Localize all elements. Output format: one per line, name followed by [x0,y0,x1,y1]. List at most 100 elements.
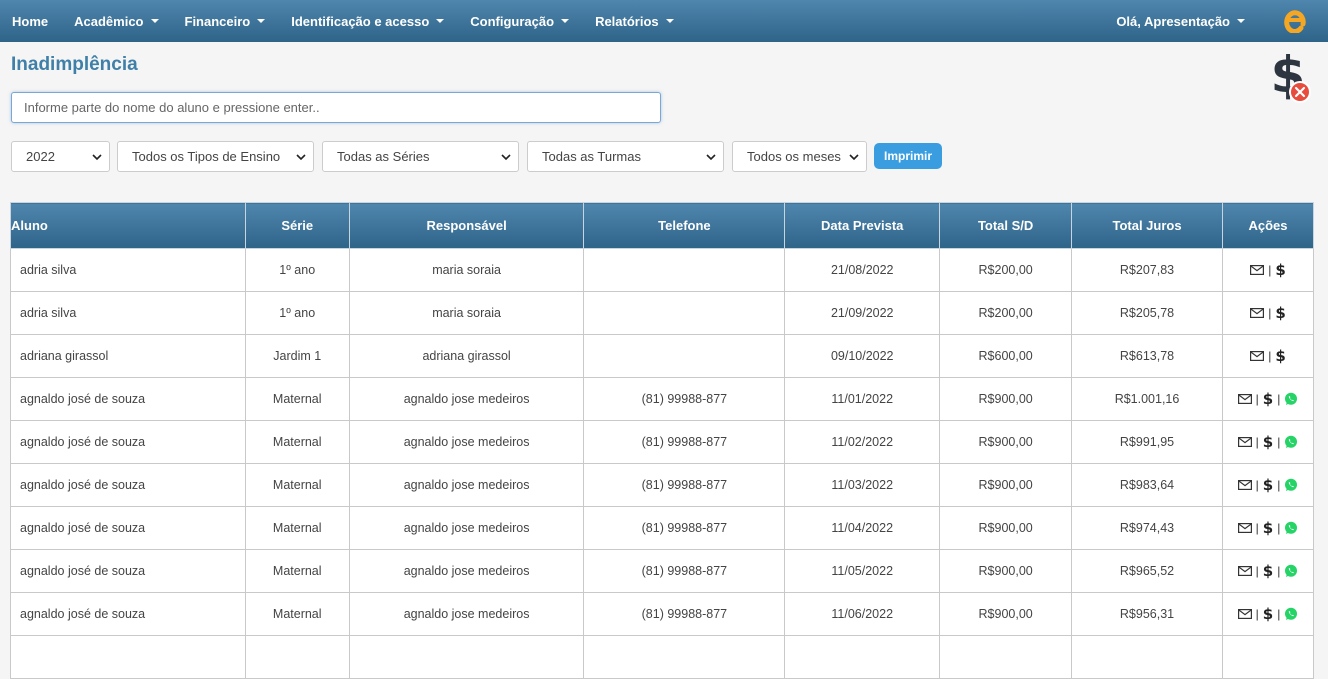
nav-configuracao[interactable]: Configuração [457,0,582,42]
cell-data-prevista: 21/08/2022 [784,248,941,292]
dollar-icon[interactable]: $ [1263,390,1273,408]
turma-select[interactable]: Todas as Turmas [527,141,724,172]
col-telefone[interactable]: Telefone [583,202,786,249]
cell-total-juros: R$965,52 [1071,549,1223,593]
cell-telefone [583,334,786,378]
tipo-ensino-select[interactable]: Todos os Tipos de Ensino [117,141,314,172]
nav-home[interactable]: Home [0,0,61,42]
col-serie[interactable]: Série [244,202,350,249]
cell-aluno: agnaldo josé de souza [10,377,246,421]
print-button[interactable]: Imprimir [874,143,942,169]
cell-telefone [583,291,786,335]
nav-financeiro-label: Financeiro [184,13,251,29]
whatsapp-icon[interactable] [1284,478,1298,492]
cell-acoes: | $ | [1221,506,1315,550]
cell-total-juros: R$991,95 [1071,420,1223,464]
action-separator: | [1277,521,1281,535]
col-data-prevista[interactable]: Data Prevista [784,202,941,249]
mail-icon[interactable] [1237,394,1252,404]
nav-identificacao-label: Identificação e acesso [291,13,430,29]
col-aluno[interactable]: Aluno [10,202,246,249]
cell-total-sd: R$900,00 [939,463,1073,507]
year-select-value: 2022 [26,149,55,164]
action-separator: | [1255,564,1259,578]
search-input[interactable] [11,92,661,123]
dollar-icon[interactable]: $ [1275,261,1285,279]
cell-total-sd: R$900,00 [939,549,1073,593]
action-separator: | [1255,478,1259,492]
cell-responsavel: agnaldo jose medeiros [348,377,585,421]
cell-total-sd: R$900,00 [939,592,1073,636]
mail-icon[interactable] [1250,265,1265,275]
col-total-juros[interactable]: Total Juros [1071,202,1223,249]
year-select[interactable]: 2022 [11,141,110,172]
cell-data-prevista: 09/10/2022 [784,334,941,378]
nav-home-label: Home [12,13,49,29]
cell-serie [244,635,350,679]
cell-serie: 1º ano [244,291,350,335]
col-total-sd[interactable]: Total S/D [939,202,1073,249]
mail-icon[interactable] [1237,480,1252,490]
dollar-icon[interactable]: $ [1263,433,1273,451]
cell-acoes: | $ | [1221,549,1315,593]
whatsapp-icon[interactable] [1284,392,1298,406]
whatsapp-icon[interactable] [1284,607,1298,621]
cell-telefone [583,635,786,679]
cell-aluno: agnaldo josé de souza [10,420,246,464]
mail-icon[interactable] [1237,437,1252,447]
cell-responsavel [348,635,585,679]
cell-serie: Jardim 1 [244,334,350,378]
nav-relatorios-label: Relatórios [595,13,659,29]
whatsapp-icon[interactable] [1284,564,1298,578]
chevron-down-icon [296,154,306,161]
dollar-icon[interactable]: $ [1263,605,1273,623]
action-separator: | [1277,607,1281,621]
mail-icon[interactable] [1250,308,1265,318]
cell-serie: Maternal [244,463,350,507]
table-header: Aluno Série Responsável Telefone Data Pr… [10,202,1315,249]
cell-acoes: | $ | [1221,592,1315,636]
page-title: Inadimplência [11,54,138,75]
mail-icon[interactable] [1250,351,1265,361]
table-body: adria silva 1º ano maria soraia 21/08/2022 R… [10,248,1315,679]
cell-aluno: adria silva [10,291,246,335]
col-responsavel[interactable]: Responsável [348,202,585,249]
serie-select[interactable]: Todas as Séries [322,141,519,172]
cell-acoes: | $ [1221,248,1315,292]
nav-identificacao[interactable]: Identificação e acesso [278,0,457,42]
row-actions: | $ [1250,304,1286,322]
cell-total-juros: R$205,78 [1071,291,1223,335]
nav-financeiro[interactable]: Financeiro [172,0,279,42]
cell-telefone [583,248,786,292]
cell-total-sd: R$900,00 [939,377,1073,421]
cell-data-prevista: 11/04/2022 [784,506,941,550]
cell-data-prevista: 21/09/2022 [784,291,941,335]
mes-select[interactable]: Todos os meses [732,141,867,172]
dollar-icon[interactable]: $ [1263,519,1273,537]
whatsapp-icon[interactable] [1284,521,1298,535]
serie-select-value: Todas as Séries [337,149,430,164]
e-logo-icon[interactable] [1284,7,1306,33]
dollar-icon[interactable]: $ [1275,347,1285,365]
dollar-icon[interactable]: $ [1263,476,1273,494]
nav-academico[interactable]: Acadêmico [61,0,171,42]
mail-icon[interactable] [1237,566,1252,576]
cell-total-sd: R$200,00 [939,248,1073,292]
action-separator: | [1268,263,1272,277]
cell-total-sd [939,635,1073,679]
dollar-icon[interactable]: $ [1263,562,1273,580]
user-menu[interactable]: Olá, Apresentação [1103,0,1258,42]
nav-relatorios[interactable]: Relatórios [582,0,687,42]
whatsapp-icon[interactable] [1284,435,1298,449]
mail-icon[interactable] [1237,523,1252,533]
cell-aluno: agnaldo josé de souza [10,592,246,636]
nav-academico-label: Acadêmico [74,13,144,29]
action-separator: | [1255,521,1259,535]
cell-telefone: (81) 99988-877 [583,549,786,593]
dollar-icon[interactable]: $ [1275,304,1285,322]
cell-data-prevista: 11/02/2022 [784,420,941,464]
cell-total-sd: R$900,00 [939,506,1073,550]
mail-icon[interactable] [1237,609,1252,619]
action-separator: | [1255,607,1259,621]
table-row: adria silva 1º ano maria soraia 21/08/2022 R… [10,248,1315,292]
